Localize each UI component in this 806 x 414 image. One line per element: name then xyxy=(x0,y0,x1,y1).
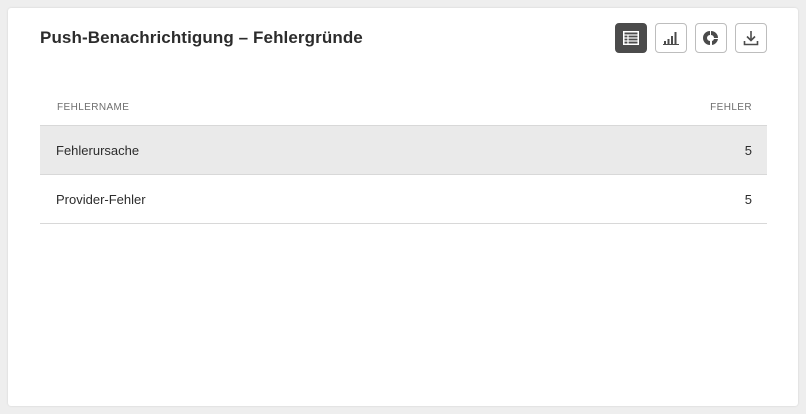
donut-chart-icon xyxy=(703,30,719,46)
table-icon xyxy=(623,31,639,45)
view-toolbar xyxy=(615,23,767,53)
report-card: Push-Benachrichtigung – Fehlergründe FEH… xyxy=(8,8,798,406)
download-button[interactable] xyxy=(735,23,767,53)
row-count: 5 xyxy=(744,191,752,207)
table-row[interactable]: Fehlerursache 5 xyxy=(40,126,767,175)
table-header: FEHLERNAME FEHLER xyxy=(40,90,767,126)
download-icon xyxy=(743,30,759,46)
column-header-name[interactable]: FEHLERNAME xyxy=(57,102,129,113)
row-count: 5 xyxy=(744,142,752,158)
table-view-button[interactable] xyxy=(615,23,647,53)
panel-title: Push-Benachrichtigung – Fehlergründe xyxy=(40,28,363,47)
donut-chart-view-button[interactable] xyxy=(695,23,727,53)
row-name: Provider-Fehler xyxy=(56,191,146,207)
error-table: FEHLERNAME FEHLER Fehlerursache 5 Provid… xyxy=(40,90,767,224)
table-row[interactable]: Provider-Fehler 5 xyxy=(40,175,767,224)
row-name: Fehlerursache xyxy=(56,142,140,158)
column-header-count[interactable]: FEHLER xyxy=(710,102,752,113)
bar-chart-view-button[interactable] xyxy=(655,23,687,53)
bar-chart-icon xyxy=(663,31,679,45)
